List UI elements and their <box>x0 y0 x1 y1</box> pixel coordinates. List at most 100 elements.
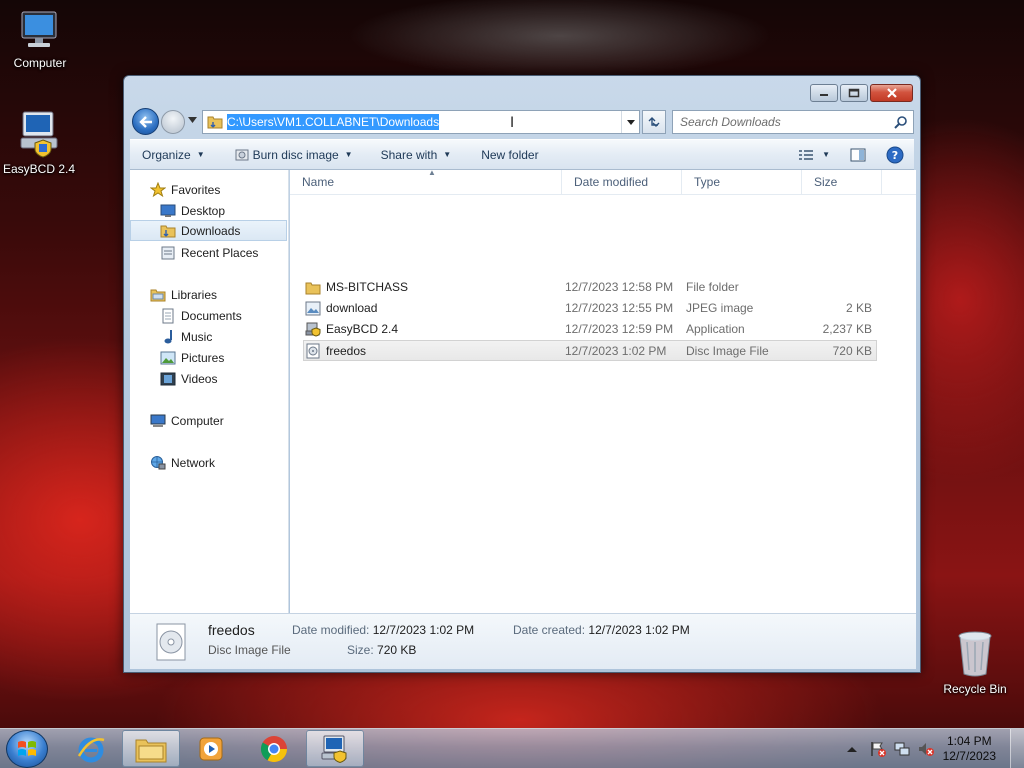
installer-icon <box>305 322 321 337</box>
computer-icon <box>150 413 166 429</box>
star-icon <box>150 181 166 198</box>
nav-item-network[interactable]: Network <box>130 452 287 473</box>
caption-buttons <box>808 84 913 102</box>
column-header-date[interactable]: Date modified <box>562 170 682 195</box>
refresh-button[interactable] <box>642 110 666 134</box>
file-list: ▲ Name Date modified Type Size MS-BITCHA… <box>290 168 916 613</box>
search-icon[interactable] <box>894 115 908 129</box>
easybcd-icon <box>321 735 347 763</box>
volume-muted-icon[interactable] <box>917 740 935 758</box>
nav-item-videos[interactable]: Videos <box>130 368 287 389</box>
minimize-icon <box>820 94 828 96</box>
nav-item-libraries[interactable]: Libraries <box>130 284 287 305</box>
disc-image-icon <box>156 623 186 661</box>
taskbar-chrome[interactable] <box>245 730 303 767</box>
table-row[interactable]: EasyBCD 2.4 12/7/2023 12:59 PM Applicati… <box>304 319 878 340</box>
share-with-button[interactable]: Share with ▼ <box>371 140 462 169</box>
taskbar-easybcd[interactable] <box>306 730 364 767</box>
address-bar[interactable]: C:\Users\VM1.COLLABNET\Downloads I <box>202 110 640 134</box>
show-hidden-icons-icon[interactable] <box>846 745 857 753</box>
share-label: Share with <box>380 147 438 162</box>
column-header-type[interactable]: Type <box>682 170 802 195</box>
desktop-icon-computer[interactable]: Computer <box>0 8 80 70</box>
new-folder-label: New folder <box>481 147 539 162</box>
videos-icon <box>160 371 176 387</box>
file-date: 12/7/2023 1:02 PM <box>565 344 667 358</box>
nav-item-label: Documents <box>181 308 242 323</box>
nav-item-pictures[interactable]: Pictures <box>130 347 287 368</box>
table-row[interactable]: freedos 12/7/2023 1:02 PM Disc Image Fil… <box>303 340 877 361</box>
taskbar-media-player[interactable] <box>182 730 240 767</box>
nav-item-label: Pictures <box>181 350 225 365</box>
view-controls: ▼ ? <box>798 140 904 169</box>
show-desktop-button[interactable] <box>1010 729 1024 768</box>
organize-label: Organize <box>142 147 191 162</box>
clock[interactable]: 1:04 PM 12/7/2023 <box>943 734 996 764</box>
desktop-icon-easybcd[interactable]: EasyBCD 2.4 <box>0 110 79 176</box>
view-details-icon[interactable] <box>798 149 814 161</box>
taskbar-internet-explorer[interactable] <box>62 730 120 767</box>
taskbar-windows-explorer[interactable] <box>122 730 180 767</box>
nav-item-computer[interactable]: Computer <box>130 410 287 431</box>
back-button[interactable] <box>132 108 159 135</box>
easybcd-icon <box>20 111 58 158</box>
taskbar: 1:04 PM 12/7/2023 <box>0 728 1024 768</box>
view-options-chevron-icon[interactable]: ▼ <box>822 150 830 159</box>
file-name: freedos <box>326 344 367 358</box>
forward-button[interactable] <box>161 110 185 134</box>
computer-icon <box>21 11 57 47</box>
minimize-button[interactable] <box>810 84 838 102</box>
table-row[interactable]: MS-BITCHASS 12/7/2023 12:58 PM File fold… <box>304 277 878 298</box>
action-center-flag-icon[interactable] <box>869 740 887 758</box>
table-row[interactable]: download 12/7/2023 12:55 PM JPEG image 2… <box>304 298 878 319</box>
nav-item-label: Desktop <box>181 203 226 218</box>
address-path[interactable]: C:\Users\VM1.COLLABNET\Downloads <box>227 114 440 130</box>
file-date: 12/7/2023 12:59 PM <box>565 322 674 336</box>
file-date: 12/7/2023 12:58 PM <box>565 280 674 294</box>
details-date-modified: Date modified: 12/7/2023 1:02 PM <box>292 623 474 637</box>
organize-button[interactable]: Organize ▼ <box>130 140 215 169</box>
recent-pages-dropdown-icon[interactable] <box>188 117 197 123</box>
file-size: 2 KB <box>845 301 872 315</box>
network-status-icon[interactable] <box>893 740 911 758</box>
close-icon <box>886 88 897 98</box>
nav-item-desktop[interactable]: Desktop <box>130 200 287 221</box>
new-folder-button[interactable]: New folder <box>471 140 548 169</box>
file-type: File folder <box>686 280 739 294</box>
preview-pane-icon[interactable] <box>850 148 866 162</box>
column-header-name[interactable]: Name <box>290 170 562 195</box>
file-type: Application <box>686 322 745 336</box>
chevron-down-icon: ▼ <box>344 150 353 159</box>
nav-item-favorites[interactable]: Favorites <box>130 179 287 200</box>
details-file-name: freedos <box>208 622 255 638</box>
desktop-icon-label: EasyBCD 2.4 <box>2 162 76 176</box>
details-pane: freedos Disc Image File Date modified: 1… <box>130 613 916 669</box>
recycle-bin-icon <box>958 631 992 677</box>
burn-label: Burn disc image <box>252 147 339 162</box>
file-type: Disc Image File <box>686 344 769 358</box>
chevron-down-icon: ▼ <box>443 150 452 159</box>
svg-text:?: ? <box>892 149 898 162</box>
nav-item-label: Network <box>171 455 216 470</box>
search-box[interactable]: Search Downloads <box>672 110 914 134</box>
details-size: Size: 720 KB <box>347 643 416 657</box>
help-icon[interactable]: ? <box>886 146 904 164</box>
folder-icon <box>305 282 321 295</box>
burn-disc-image-button[interactable]: Burn disc image ▼ <box>225 140 363 169</box>
image-file-icon <box>305 301 321 316</box>
desktop-icon-recycle-bin[interactable]: Recycle Bin <box>935 630 1015 696</box>
command-bar: Organize ▼ Burn disc image ▼ Share with … <box>130 139 914 170</box>
nav-item-recent-places[interactable]: Recent Places <box>130 242 287 263</box>
navigation-bar: C:\Users\VM1.COLLABNET\Downloads I Searc… <box>132 106 914 136</box>
maximize-button[interactable] <box>840 84 868 102</box>
chevron-down-icon <box>626 119 635 125</box>
nav-item-downloads[interactable]: Downloads <box>130 220 287 241</box>
nav-item-documents[interactable]: Documents <box>130 305 287 326</box>
desktop-icon-label: Recycle Bin <box>943 682 1007 696</box>
column-header-size[interactable]: Size <box>802 170 882 195</box>
start-button[interactable] <box>6 730 48 768</box>
address-history-dropdown[interactable] <box>621 111 639 133</box>
close-button[interactable] <box>870 84 913 102</box>
file-date: 12/7/2023 12:55 PM <box>565 301 674 315</box>
nav-item-music[interactable]: Music <box>130 326 287 347</box>
